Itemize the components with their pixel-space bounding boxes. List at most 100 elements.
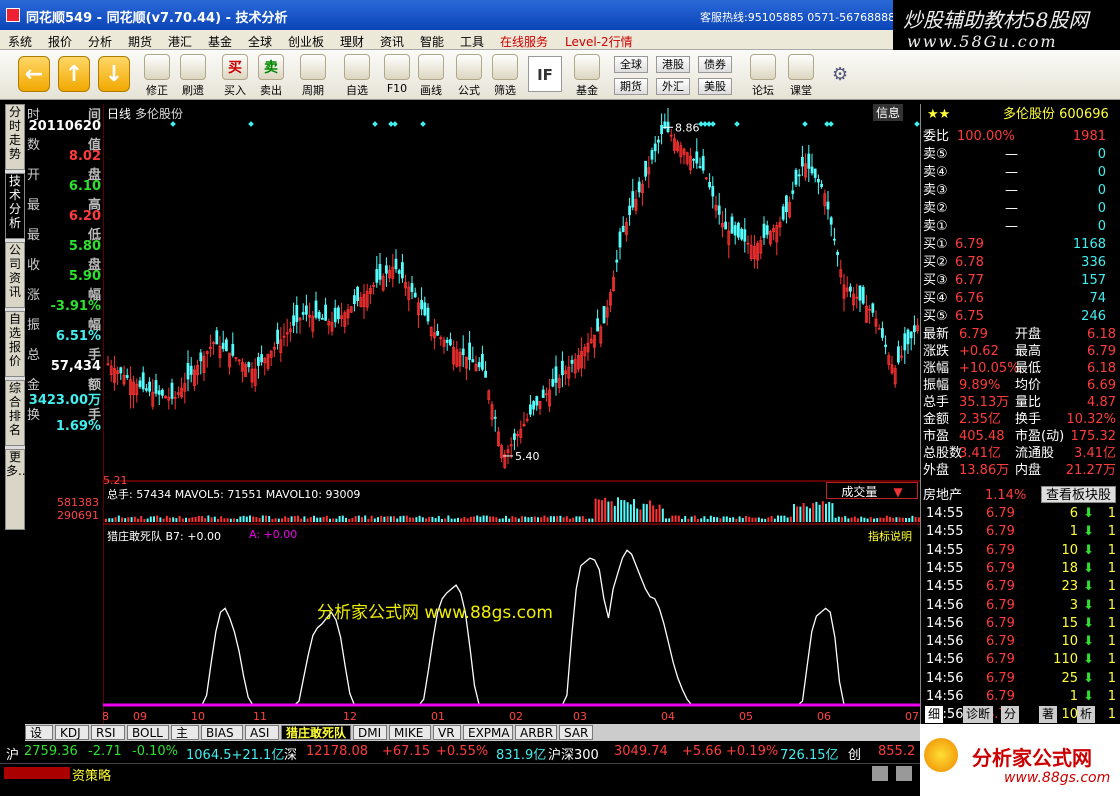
menu-item[interactable]: 系统: [8, 33, 32, 50]
candle-body: [733, 225, 737, 236]
indicator-tab[interactable]: 设置: [25, 725, 53, 755]
indicator-tab[interactable]: BOLL: [127, 725, 169, 740]
volume-bar: [354, 516, 357, 522]
indicator-tab[interactable]: MIKE: [389, 725, 431, 740]
left-tab[interactable]: 更多...: [5, 449, 29, 530]
panel-tab[interactable]: 分: [1001, 706, 1020, 723]
toolbar-button[interactable]: 筛选: [488, 54, 522, 98]
toolbar-button[interactable]: 论坛: [746, 54, 780, 98]
indicator-tab[interactable]: ARBR: [515, 725, 557, 740]
info-row: -3.91%: [27, 299, 102, 315]
down-arrow-icon: ⬇: [1083, 506, 1094, 521]
stat-label: 最低: [1015, 361, 1042, 376]
market-button[interactable]: 全球: [614, 56, 648, 73]
market-button[interactable]: 港股: [656, 56, 690, 73]
news-logo: [4, 767, 70, 779]
ratio-value: 100.00%: [957, 129, 1015, 144]
indicator-tab[interactable]: ASI: [245, 725, 279, 740]
news-text[interactable]: 资策略: [72, 765, 111, 784]
chart-area[interactable]: 8.865.40+83.28+62.57+41.88+21.1908091011…: [57, 104, 920, 724]
toolbar-button[interactable]: 刷遗: [176, 54, 210, 98]
volume-bar: [725, 516, 728, 522]
tick-count: 1: [1107, 560, 1116, 576]
indicator-tab[interactable]: KDJ: [55, 725, 89, 740]
info-row: 1.69%: [27, 419, 101, 435]
info-row: 20110620: [27, 119, 101, 135]
menu-item[interactable]: 分析: [88, 33, 112, 50]
indicator-tab[interactable]: EXPMA: [463, 725, 513, 740]
indicator-tab[interactable]: SAR: [559, 725, 593, 740]
back-arrow-icon[interactable]: ←: [18, 56, 50, 92]
toolbar-button[interactable]: 修正: [140, 54, 174, 98]
toolbar-button-label: 基金: [576, 84, 598, 97]
toolbar-button[interactable]: 周期: [296, 54, 330, 98]
menu-item[interactable]: 理财: [340, 33, 364, 50]
indicator-tab[interactable]: DMI: [353, 725, 387, 740]
settings-icon[interactable]: [896, 766, 912, 781]
toolbar-button[interactable]: 画线: [414, 54, 448, 98]
menu-item[interactable]: 工具: [460, 33, 484, 50]
indicator-tab[interactable]: VR: [433, 725, 461, 740]
menu-item[interactable]: 全球: [248, 33, 272, 50]
volume-dropdown[interactable]: 成交量 ▼: [826, 482, 918, 499]
info-row: 时间: [27, 104, 101, 123]
up-arrow-icon[interactable]: ↑: [58, 56, 90, 92]
toolbar-button[interactable]: 课堂: [784, 54, 818, 98]
chart-bg: [103, 104, 920, 724]
info-button[interactable]: 信息: [873, 104, 904, 121]
market-button[interactable]: 外汇: [656, 78, 690, 95]
volume-bar: [735, 518, 738, 522]
toolbar-button[interactable]: 基金: [570, 54, 604, 98]
ask-volume: 0: [1097, 219, 1106, 234]
indicator-tab[interactable]: 猎庄敢死队: [281, 725, 351, 740]
panel-tab[interactable]: 诊断: [963, 706, 994, 723]
indicator-tab[interactable]: RSI: [91, 725, 125, 740]
left-tab[interactable]: 自选报价: [5, 311, 25, 377]
menu-item[interactable]: 港汇: [168, 33, 192, 50]
screen-icon[interactable]: [872, 766, 888, 781]
gear-icon[interactable]: ⚙: [832, 64, 848, 85]
volume-bar: [201, 516, 203, 522]
toolbar-button[interactable]: 公式: [452, 54, 486, 98]
candle-body: [762, 223, 766, 238]
stat-label: 涨跌: [923, 344, 950, 359]
info-value: 20110620: [28, 119, 101, 134]
toolbar-button[interactable]: F10: [380, 54, 414, 95]
volume-bar: [697, 518, 699, 522]
indicator-help[interactable]: 指标说明: [868, 528, 912, 544]
volume-bar: [597, 499, 600, 522]
menu-item[interactable]: 报价: [48, 33, 72, 50]
menu-item[interactable]: 在线服务: [500, 33, 548, 50]
menu-item[interactable]: 资讯: [380, 33, 404, 50]
market-button[interactable]: 美股: [698, 78, 732, 95]
volume-bar: [818, 504, 821, 522]
toolbar-button[interactable]: 卖卖出: [254, 54, 288, 98]
sector-button[interactable]: 查看板块股: [1040, 486, 1116, 503]
index-futures-button[interactable]: IF: [528, 56, 562, 92]
left-tab[interactable]: 技术分析: [5, 173, 25, 239]
market-button[interactable]: 债券: [698, 56, 732, 73]
menu-item[interactable]: Level-2行情: [565, 33, 633, 50]
indicator-tab[interactable]: BIAS: [201, 725, 243, 740]
menu-item[interactable]: 期货: [128, 33, 152, 50]
menu-item[interactable]: 创业板: [288, 33, 324, 50]
toolbar-button[interactable]: 自选: [340, 54, 374, 98]
panel-tab[interactable]: 析: [1077, 706, 1096, 723]
panel-tab[interactable]: 著: [1039, 706, 1058, 723]
indicator-tab[interactable]: 主力: [171, 725, 199, 755]
menu-item[interactable]: 基金: [208, 33, 232, 50]
market-button[interactable]: 期货: [614, 78, 648, 95]
left-tab[interactable]: 公司资讯: [5, 242, 25, 308]
left-tab[interactable]: 分时走势: [5, 104, 25, 170]
panel-tab[interactable]: 细: [925, 706, 944, 723]
menu-item[interactable]: 智能: [420, 33, 444, 50]
toolbar-button[interactable]: 买买入: [218, 54, 252, 98]
down-arrow-icon[interactable]: ↓: [98, 56, 130, 92]
candle-body: [698, 166, 702, 168]
volume-bar: [783, 515, 786, 522]
candle-body: [858, 285, 862, 301]
info-row: 6.20: [27, 209, 101, 225]
volume-bar: [441, 518, 443, 522]
left-tab[interactable]: 综合排名: [5, 380, 25, 446]
candle-body: [743, 229, 747, 242]
